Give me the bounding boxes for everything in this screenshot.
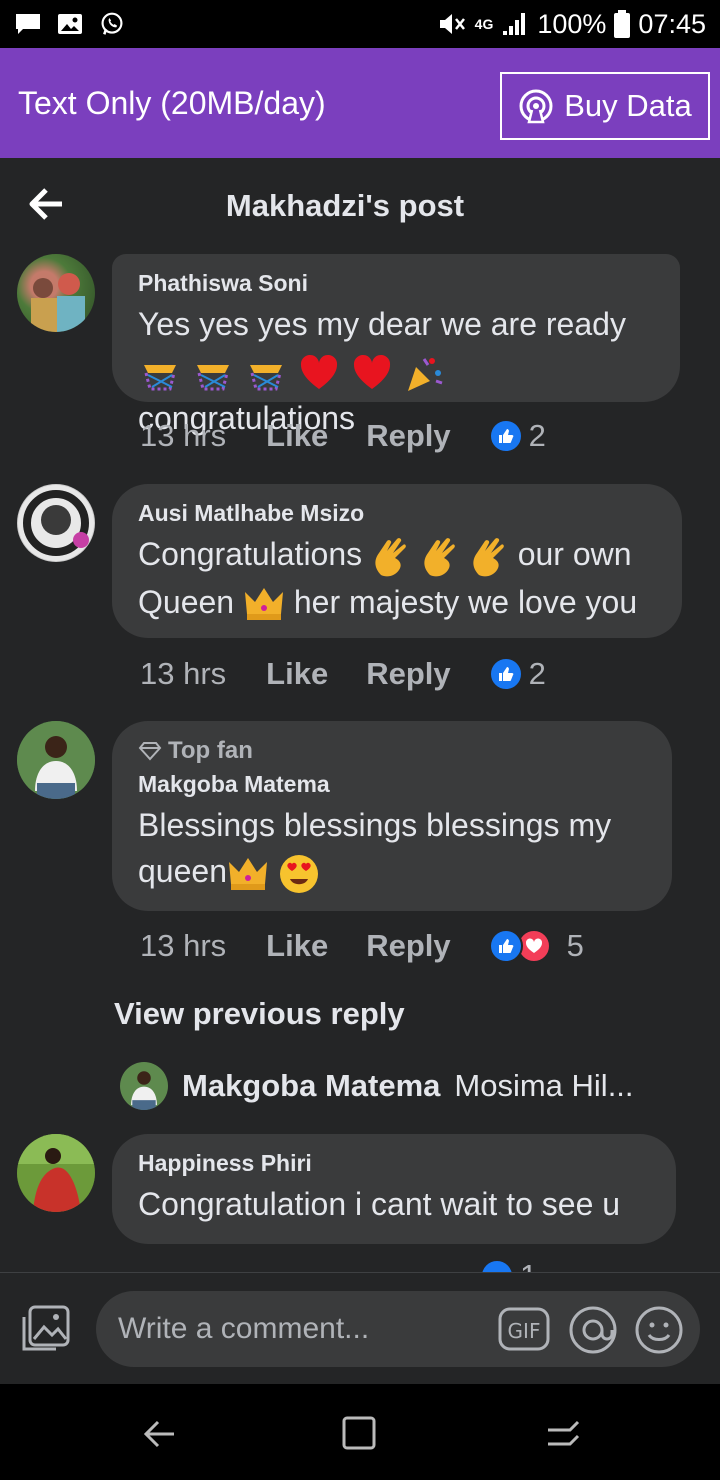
nav-back-icon[interactable] bbox=[140, 1414, 180, 1454]
reaction-count[interactable]: 2 bbox=[488, 418, 546, 454]
comment-text: Congratulations our own Queen her majest… bbox=[138, 531, 656, 625]
comment-composer: Write a comment... GIF bbox=[0, 1272, 720, 1384]
emoji-icon[interactable] bbox=[634, 1305, 684, 1355]
broadcast-icon bbox=[519, 89, 553, 124]
comment-list[interactable]: Phathiswa Soni Yes yes yes my dear we ar… bbox=[0, 254, 720, 1272]
like-reaction-icon bbox=[488, 419, 523, 453]
party-popper-icon bbox=[196, 364, 229, 391]
reaction-count[interactable]: 5 bbox=[488, 928, 584, 964]
reaction-count[interactable]: 1 bbox=[480, 1258, 537, 1272]
avatar[interactable] bbox=[17, 721, 95, 799]
comment-text: Congratulation i cant wait to see u bbox=[138, 1186, 621, 1222]
data-mode-label: Text Only (20MB/day) bbox=[18, 84, 326, 121]
top-fan-label: Top fan bbox=[168, 737, 253, 764]
comment-actions: 13 hrs Like Reply 2 bbox=[140, 418, 546, 454]
comment-author[interactable]: Happiness Phiri bbox=[138, 1150, 650, 1177]
comment-bubble[interactable]: Ausi Matlhabe Msizo Congratulations our … bbox=[112, 484, 682, 638]
comment-bubble[interactable]: Phathiswa Soni Yes yes yes my dear we ar… bbox=[112, 254, 680, 436]
svg-text:GIF: GIF bbox=[508, 1319, 541, 1343]
comment-text-line: Queen bbox=[138, 583, 235, 620]
comment-text-line: queen bbox=[138, 853, 227, 889]
battery-percent: 100% bbox=[537, 8, 607, 39]
reaction-count-value: 2 bbox=[528, 656, 546, 691]
reply-preview[interactable]: Makgoba Matema Mosima Hil... bbox=[120, 1062, 634, 1110]
like-reaction-icon bbox=[480, 1259, 514, 1272]
comment-author[interactable]: Makgoba Matema bbox=[138, 771, 646, 798]
comment-text-line: Blessings blessings blessings my bbox=[138, 807, 612, 843]
top-fan-badge: Top fan bbox=[138, 737, 646, 765]
reaction-count-value: 1 bbox=[520, 1258, 537, 1272]
whatsapp-icon bbox=[101, 12, 123, 35]
clapping-hands-icon bbox=[375, 537, 406, 576]
like-button[interactable]: Like bbox=[266, 418, 328, 454]
battery-icon bbox=[614, 10, 631, 38]
like-reaction-icon bbox=[488, 657, 523, 691]
avatar[interactable] bbox=[17, 484, 95, 562]
comment-text-line: Yes yes yes my dear we are ready bbox=[138, 306, 626, 342]
comment-text-line: her majesty we love you bbox=[293, 583, 638, 620]
reply-button[interactable]: Reply bbox=[366, 928, 450, 964]
comment-actions: 13 hrs Like Reply 2 bbox=[140, 656, 546, 692]
status-bar: 4G 100% 07:45 bbox=[0, 0, 720, 48]
comment-text-line: Congratulations bbox=[138, 536, 363, 572]
party-popper-icon bbox=[144, 364, 176, 391]
view-previous-reply-link[interactable]: View previous reply bbox=[114, 996, 405, 1032]
comment-time[interactable]: 13 hrs bbox=[140, 656, 226, 692]
avatar[interactable] bbox=[120, 1062, 168, 1110]
nav-recents-icon[interactable] bbox=[544, 1412, 584, 1452]
comment-bubble[interactable]: Top fan Makgoba Matema Blessings blessin… bbox=[112, 721, 672, 911]
signal-icon bbox=[503, 13, 526, 35]
diamond-icon bbox=[138, 742, 162, 761]
reply-button[interactable]: Reply bbox=[366, 656, 450, 692]
party-popper-icon bbox=[249, 364, 282, 391]
comment-actions: 13 hrs Like Reply 5 bbox=[140, 928, 584, 964]
data-mode-banner: Text Only (20MB/day) Buy Data bbox=[0, 48, 720, 158]
comment-text: Blessings blessings blessings my queen bbox=[138, 802, 646, 895]
like-button[interactable]: Like bbox=[266, 928, 328, 964]
photo-icon[interactable] bbox=[20, 1303, 72, 1355]
reaction-count-value: 2 bbox=[528, 418, 546, 453]
avatar[interactable] bbox=[17, 1134, 95, 1212]
network-label: 4G bbox=[474, 16, 494, 32]
comment-bubble[interactable]: Happiness Phiri Congratulation i cant wa… bbox=[112, 1134, 676, 1244]
heart-icon bbox=[300, 354, 337, 389]
reaction-count-value: 5 bbox=[566, 928, 584, 963]
nav-home-icon[interactable] bbox=[340, 1412, 380, 1452]
gallery-icon bbox=[58, 14, 82, 34]
reply-snippet: Mosima Hil... bbox=[454, 1068, 634, 1103]
comment-placeholder: Write a comment... bbox=[118, 1312, 370, 1345]
comment-input[interactable]: Write a comment... GIF bbox=[96, 1291, 700, 1367]
comment-time[interactable]: 13 hrs bbox=[140, 418, 226, 454]
like-reaction-icon bbox=[488, 929, 523, 963]
post-header: Makhadzi's post bbox=[0, 158, 720, 254]
heart-eyes-face-icon bbox=[279, 854, 318, 893]
mute-icon bbox=[439, 14, 465, 34]
clock: 07:45 bbox=[638, 8, 706, 39]
buy-data-label: Buy Data bbox=[564, 88, 692, 123]
buy-data-button[interactable]: Buy Data bbox=[500, 72, 710, 140]
comment-text-line: our own bbox=[517, 536, 632, 572]
crown-icon bbox=[244, 588, 283, 621]
like-button[interactable]: Like bbox=[266, 656, 328, 692]
comment-author[interactable]: Ausi Matlhabe Msizo bbox=[138, 500, 656, 527]
confetti-icon bbox=[408, 357, 443, 391]
clapping-hands-icon bbox=[424, 537, 455, 576]
message-icon bbox=[16, 14, 40, 34]
crown-icon bbox=[228, 857, 267, 890]
reply-button[interactable]: Reply bbox=[366, 418, 450, 454]
comment-actions: 1 bbox=[140, 1258, 537, 1272]
heart-icon bbox=[353, 354, 390, 389]
reply-author[interactable]: Makgoba Matema bbox=[182, 1068, 440, 1104]
page-title: Makhadzi's post bbox=[225, 188, 465, 223]
comment-time[interactable]: 13 hrs bbox=[140, 928, 226, 964]
gif-icon[interactable]: GIF bbox=[498, 1305, 550, 1353]
clapping-hands-icon bbox=[473, 537, 504, 576]
comment-author[interactable]: Phathiswa Soni bbox=[138, 270, 654, 297]
reaction-count[interactable]: 2 bbox=[488, 656, 546, 692]
avatar[interactable] bbox=[17, 254, 95, 332]
mention-icon[interactable] bbox=[568, 1305, 618, 1355]
android-nav-bar bbox=[0, 1384, 720, 1480]
